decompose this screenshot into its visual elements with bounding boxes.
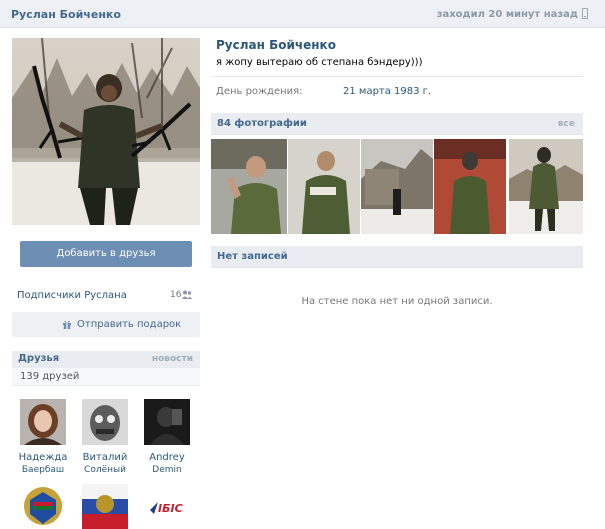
subscribers-link[interactable]: Подписчики Руслана: [17, 290, 127, 301]
friend-card[interactable]: Andrey Demin: [136, 399, 198, 476]
subscribers-count: 16: [170, 290, 182, 300]
friend-avatar[interactable]: [82, 484, 128, 529]
friend-card[interactable]: Надежда Баербаш: [12, 399, 74, 476]
friend-card[interactable]: ІБІС: [136, 484, 198, 529]
friend-avatar[interactable]: [20, 399, 66, 445]
photo-thumbnail[interactable]: [509, 139, 583, 234]
friends-news-link[interactable]: новости: [152, 354, 193, 364]
friend-avatar[interactable]: [82, 399, 128, 445]
profile-status: я жопу вытераю об степана бэндеру))): [216, 57, 423, 68]
friend-avatar[interactable]: [144, 399, 190, 445]
friend-card[interactable]: [74, 484, 136, 529]
friend-card[interactable]: [12, 484, 74, 529]
wall-empty-message: На стене пока нет ни одной записи.: [301, 296, 493, 307]
friend-first-name[interactable]: Надежда: [12, 452, 74, 464]
divider: [211, 76, 583, 77]
photos-all-link[interactable]: все: [558, 119, 575, 129]
photo-thumbnail[interactable]: [434, 139, 506, 234]
friend-avatar[interactable]: [20, 484, 66, 529]
header-profile-name[interactable]: Руслан Бойченко: [11, 8, 121, 21]
gift-icon: [63, 320, 71, 329]
friend-logo-text: ІБІС: [158, 502, 183, 515]
friends-count-row: 139 друзей: [12, 368, 200, 386]
profile-photo[interactable]: [12, 38, 200, 225]
profile-name[interactable]: Руслан Бойченко: [216, 38, 336, 52]
friend-last-name[interactable]: Солёный: [74, 464, 136, 476]
friend-card[interactable]: Виталий Солёный: [74, 399, 136, 476]
wall-header: Нет записей: [211, 246, 583, 268]
friend-first-name[interactable]: Andrey: [136, 452, 198, 464]
birthday-value[interactable]: 21 марта 1983 г.: [343, 86, 431, 97]
friend-last-name[interactable]: Баербаш: [12, 464, 74, 476]
photo-thumbnail[interactable]: [361, 139, 433, 234]
wall-title: Нет записей: [217, 251, 288, 262]
photo-thumbnail[interactable]: [211, 139, 287, 234]
friend-last-name[interactable]: Demin: [136, 464, 198, 476]
friends-header: Друзья новости: [12, 351, 200, 368]
friends-title[interactable]: Друзья: [18, 353, 59, 364]
friend-avatar[interactable]: ІБІС: [144, 484, 190, 529]
online-status: заходил 20 минут назад: [436, 9, 578, 20]
send-gift-label: Отправить подарок: [77, 319, 182, 330]
add-friend-button[interactable]: Добавить в друзья: [20, 241, 192, 267]
photo-thumbnail[interactable]: [288, 139, 360, 234]
birthday-label: День рождения:: [216, 86, 303, 97]
friend-first-name[interactable]: Виталий: [74, 452, 136, 464]
friends-count[interactable]: 139 друзей: [20, 371, 79, 382]
photos-header: 84 фотографии все: [211, 113, 583, 135]
mobile-icon: [582, 8, 588, 19]
photos-title[interactable]: 84 фотографии: [217, 118, 307, 129]
profile-header-bar: Руслан Бойченко заходил 20 минут назад: [0, 0, 605, 28]
send-gift-button[interactable]: Отправить подарок: [12, 312, 200, 337]
users-icon: [182, 290, 192, 299]
